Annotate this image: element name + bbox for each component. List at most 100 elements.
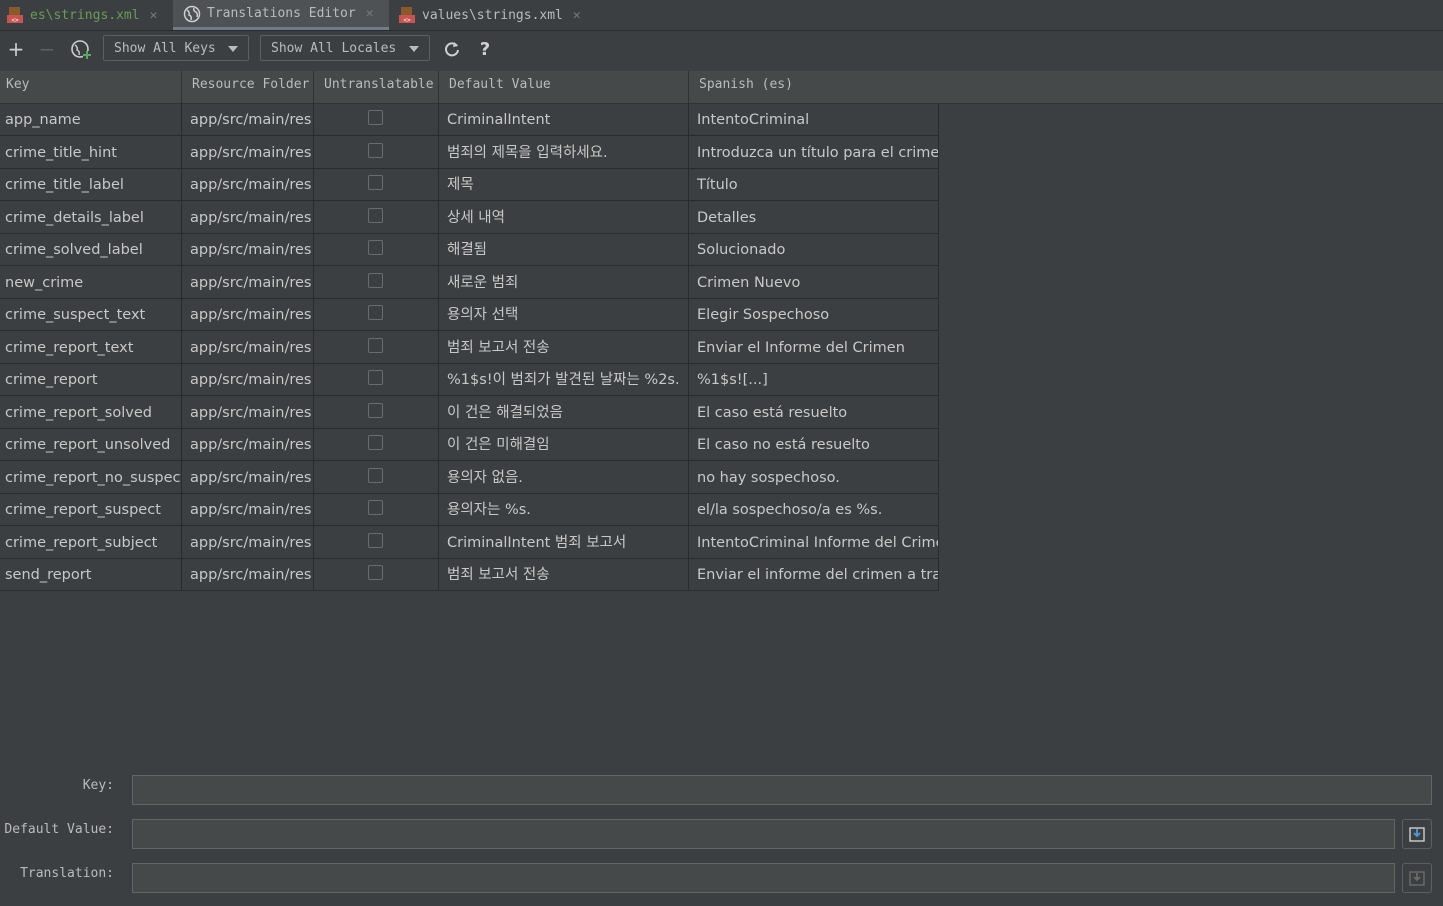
default-value-cell[interactable]: 상세 내역	[439, 200, 689, 233]
add-key-icon[interactable]: +	[4, 37, 28, 61]
locales-filter-dropdown[interactable]: Show All Locales	[260, 35, 430, 61]
untranslatable-checkbox[interactable]	[368, 142, 383, 158]
untranslatable-checkbox[interactable]	[368, 175, 383, 190]
spanish-translation-cell[interactable]: el/la sospechoso/a es %s.	[689, 493, 939, 525]
help-icon[interactable]: ?	[473, 37, 497, 61]
untranslatable-cell[interactable]	[314, 233, 439, 265]
resource-folder-cell[interactable]: app/src/main/res	[182, 428, 314, 460]
untranslatable-checkbox[interactable]	[368, 240, 383, 255]
table-row[interactable]: crime_report_no_suspect app/src/main/res 용…	[0, 460, 939, 494]
spanish-translation-cell[interactable]: El caso no está resuelto	[689, 428, 939, 460]
default-value-cell[interactable]: 용의자 선택	[439, 298, 689, 330]
default-value-cell[interactable]: CriminalIntent	[439, 103, 689, 135]
untranslatable-cell[interactable]	[314, 525, 439, 558]
edit-translation-button[interactable]	[1402, 863, 1432, 893]
untranslatable-checkbox[interactable]	[368, 272, 383, 288]
column-header-default-value[interactable]: Default Value	[439, 71, 689, 103]
default-value-cell[interactable]: 해결됨	[439, 233, 689, 265]
key-cell[interactable]: send_report	[0, 558, 182, 590]
untranslatable-cell[interactable]	[314, 200, 439, 233]
default-value-cell[interactable]: 이 건은 해결되었음	[439, 395, 689, 428]
untranslatable-checkbox[interactable]	[368, 305, 383, 320]
table-row[interactable]: crime_solved_label app/src/main/res 해결됨 Sol…	[0, 233, 939, 266]
untranslatable-checkbox[interactable]	[368, 402, 383, 418]
untranslatable-checkbox[interactable]	[368, 467, 383, 483]
tab-es-strings-xml[interactable]: <> es\strings.xml ✕	[6, 0, 170, 30]
untranslatable-checkbox[interactable]	[368, 370, 383, 385]
default-value-cell[interactable]: 범죄의 제목을 입력하세요.	[439, 135, 689, 168]
default-value-cell[interactable]: 제목	[439, 168, 689, 200]
spanish-translation-cell[interactable]: no hay sospechoso.	[689, 460, 939, 493]
resource-folder-cell[interactable]: app/src/main/res	[182, 493, 314, 525]
key-field[interactable]	[132, 775, 1432, 805]
key-cell[interactable]: crime_title_hint	[0, 135, 182, 168]
spanish-translation-cell[interactable]: Introduzca un título para el crimen.	[689, 135, 939, 168]
resource-folder-cell[interactable]: app/src/main/res	[182, 168, 314, 200]
resource-folder-cell[interactable]: app/src/main/res	[182, 395, 314, 428]
untranslatable-cell[interactable]	[314, 168, 439, 200]
untranslatable-cell[interactable]	[314, 298, 439, 330]
spanish-translation-cell[interactable]: IntentoCriminal	[689, 103, 939, 135]
untranslatable-cell[interactable]	[314, 428, 439, 460]
resource-folder-cell[interactable]: app/src/main/res	[182, 135, 314, 168]
untranslatable-checkbox[interactable]	[368, 435, 383, 450]
table-row[interactable]: crime_report app/src/main/res %1$s!이 범죄가 발…	[0, 363, 939, 396]
table-row[interactable]: crime_details_label app/src/main/res 상세 내역…	[0, 200, 939, 234]
table-row[interactable]: crime_report_solved app/src/main/res 이 건은 …	[0, 395, 939, 429]
default-value-cell[interactable]: %1$s!이 범죄가 발견된 날짜는 %2s.	[439, 363, 689, 395]
untranslatable-checkbox[interactable]	[368, 110, 383, 125]
spanish-translation-cell[interactable]: Enviar el Informe del Crimen	[689, 330, 939, 363]
table-row[interactable]: crime_report_text app/src/main/res 범죄 보고서 …	[0, 330, 939, 364]
resource-folder-cell[interactable]: app/src/main/res	[182, 298, 314, 330]
add-locale-icon[interactable]	[69, 37, 93, 61]
column-header-key[interactable]: Key	[0, 71, 182, 103]
untranslatable-cell[interactable]	[314, 265, 439, 298]
table-row[interactable]: crime_report_subject app/src/main/res Crim…	[0, 525, 939, 559]
default-value-cell[interactable]: 용의자는 %s.	[439, 493, 689, 525]
key-cell[interactable]: new_crime	[0, 265, 182, 298]
resource-folder-cell[interactable]: app/src/main/res	[182, 558, 314, 590]
resource-folder-cell[interactable]: app/src/main/res	[182, 265, 314, 298]
tab-translations-editor[interactable]: Translations Editor ✕	[173, 0, 389, 30]
default-value-cell[interactable]: 범죄 보고서 전송	[439, 330, 689, 363]
key-cell[interactable]: crime_report_suspect	[0, 493, 182, 525]
resource-folder-cell[interactable]: app/src/main/res	[182, 460, 314, 493]
untranslatable-checkbox[interactable]	[368, 532, 383, 548]
untranslatable-cell[interactable]	[314, 363, 439, 395]
default-value-cell[interactable]: 용의자 없음.	[439, 460, 689, 493]
key-cell[interactable]: crime_report_solved	[0, 395, 182, 428]
spanish-translation-cell[interactable]: IntentoCriminal Informe del Crimen	[689, 525, 939, 558]
close-icon[interactable]: ✕	[150, 8, 158, 23]
refresh-icon[interactable]	[440, 37, 464, 61]
edit-default-value-button[interactable]	[1402, 819, 1432, 849]
key-cell[interactable]: crime_title_label	[0, 168, 182, 200]
column-header-untranslatable[interactable]: Untranslatable	[314, 71, 439, 103]
resource-folder-cell[interactable]: app/src/main/res	[182, 200, 314, 233]
key-cell[interactable]: crime_report_text	[0, 330, 182, 363]
spanish-translation-cell[interactable]: %1$s![...]	[689, 363, 939, 395]
default-value-cell[interactable]: 이 건은 미해결임	[439, 428, 689, 460]
key-cell[interactable]: crime_solved_label	[0, 233, 182, 265]
resource-folder-cell[interactable]: app/src/main/res	[182, 363, 314, 395]
table-row[interactable]: new_crime app/src/main/res 새로운 범죄 Crimen Nu…	[0, 265, 939, 299]
table-row[interactable]: crime_report_unsolved app/src/main/res 이 건…	[0, 428, 939, 461]
untranslatable-cell[interactable]	[314, 395, 439, 428]
key-cell[interactable]: crime_report	[0, 363, 182, 395]
untranslatable-checkbox[interactable]	[368, 565, 383, 580]
column-header-resource-folder[interactable]: Resource Folder	[182, 71, 314, 103]
untranslatable-checkbox[interactable]	[368, 207, 383, 223]
spanish-translation-cell[interactable]: Solucionado	[689, 233, 939, 265]
untranslatable-cell[interactable]	[314, 330, 439, 363]
resource-folder-cell[interactable]: app/src/main/res	[182, 103, 314, 135]
key-cell[interactable]: app_name	[0, 103, 182, 135]
untranslatable-cell[interactable]	[314, 103, 439, 135]
resource-folder-cell[interactable]: app/src/main/res	[182, 233, 314, 265]
spanish-translation-cell[interactable]: Enviar el informe del crimen a través	[689, 558, 939, 590]
untranslatable-cell[interactable]	[314, 135, 439, 168]
spanish-translation-cell[interactable]: Elegir Sospechoso	[689, 298, 939, 330]
resource-folder-cell[interactable]: app/src/main/res	[182, 330, 314, 363]
tab-values-strings-xml[interactable]: <> values\strings.xml ✕	[398, 0, 588, 30]
untranslatable-checkbox[interactable]	[368, 500, 383, 515]
translation-field[interactable]	[132, 863, 1395, 893]
untranslatable-cell[interactable]	[314, 558, 439, 590]
